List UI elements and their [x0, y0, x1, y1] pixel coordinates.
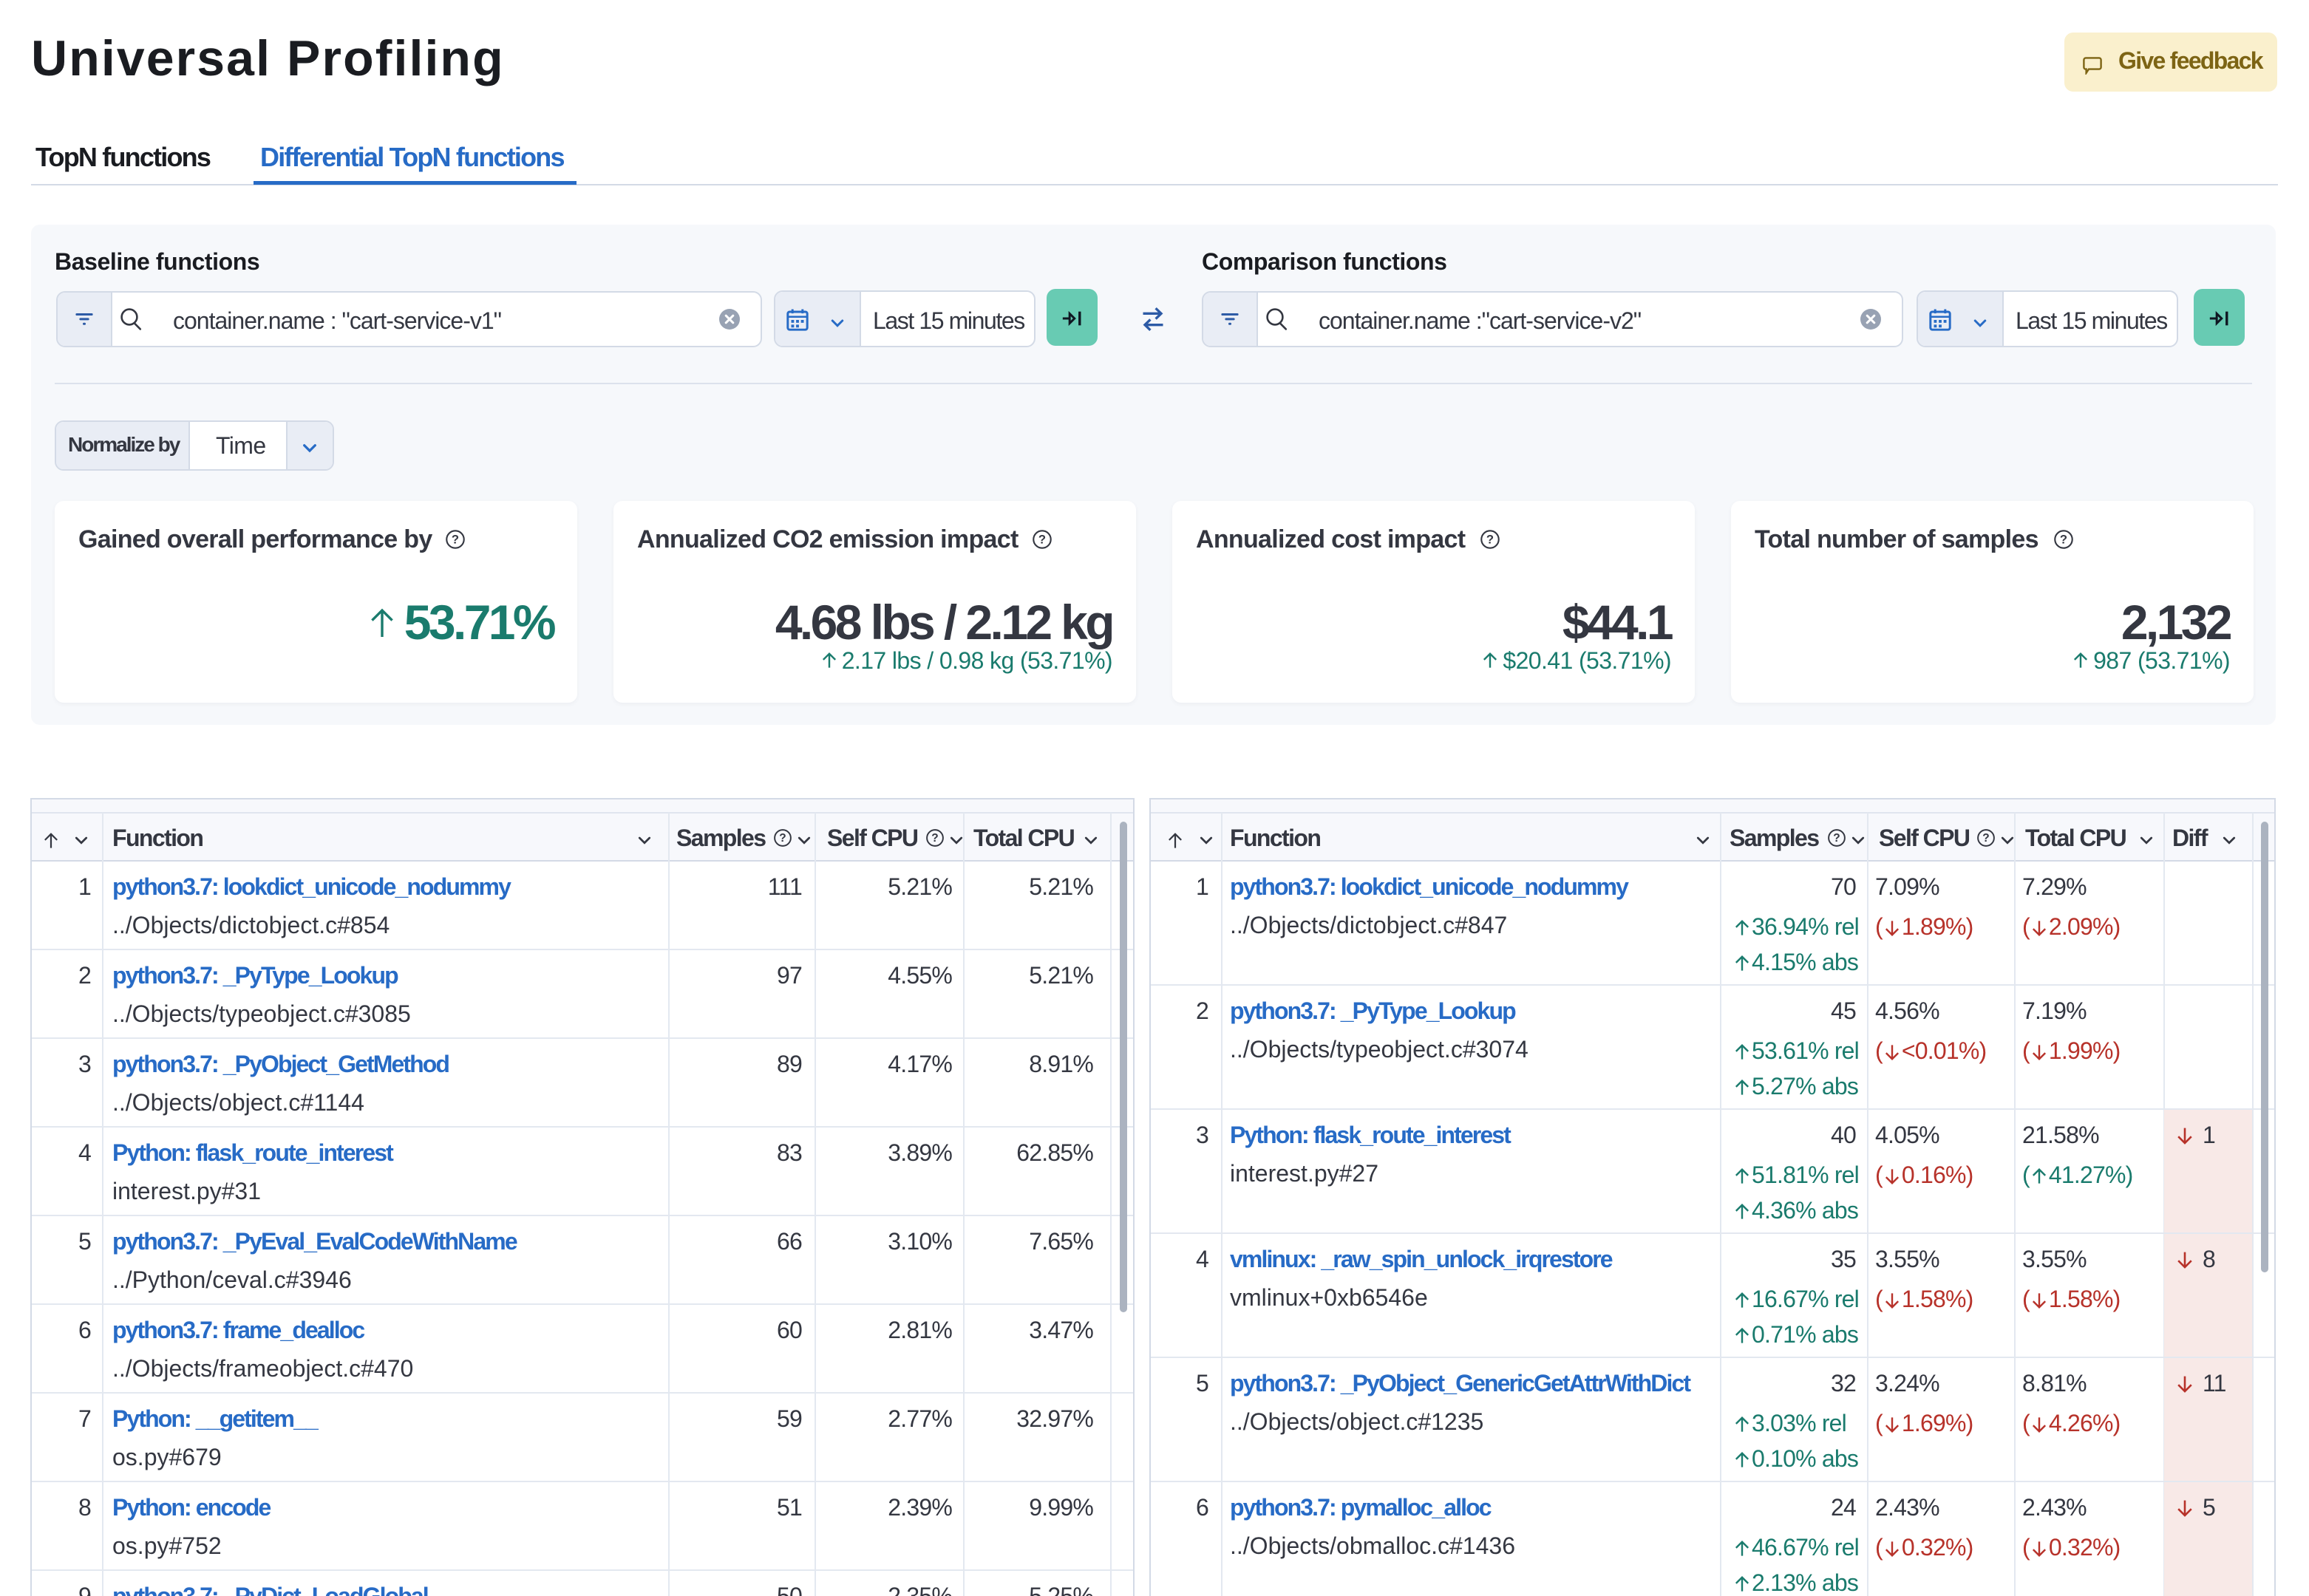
svg-text:?: ?: [452, 533, 459, 547]
svg-text:?: ?: [1833, 832, 1840, 845]
svg-text:?: ?: [1486, 533, 1494, 547]
svg-text:?: ?: [931, 832, 938, 845]
svg-text:?: ?: [779, 832, 786, 845]
svg-text:?: ?: [1038, 533, 1046, 547]
svg-text:?: ?: [2060, 533, 2067, 547]
svg-text:?: ?: [1982, 832, 1989, 845]
